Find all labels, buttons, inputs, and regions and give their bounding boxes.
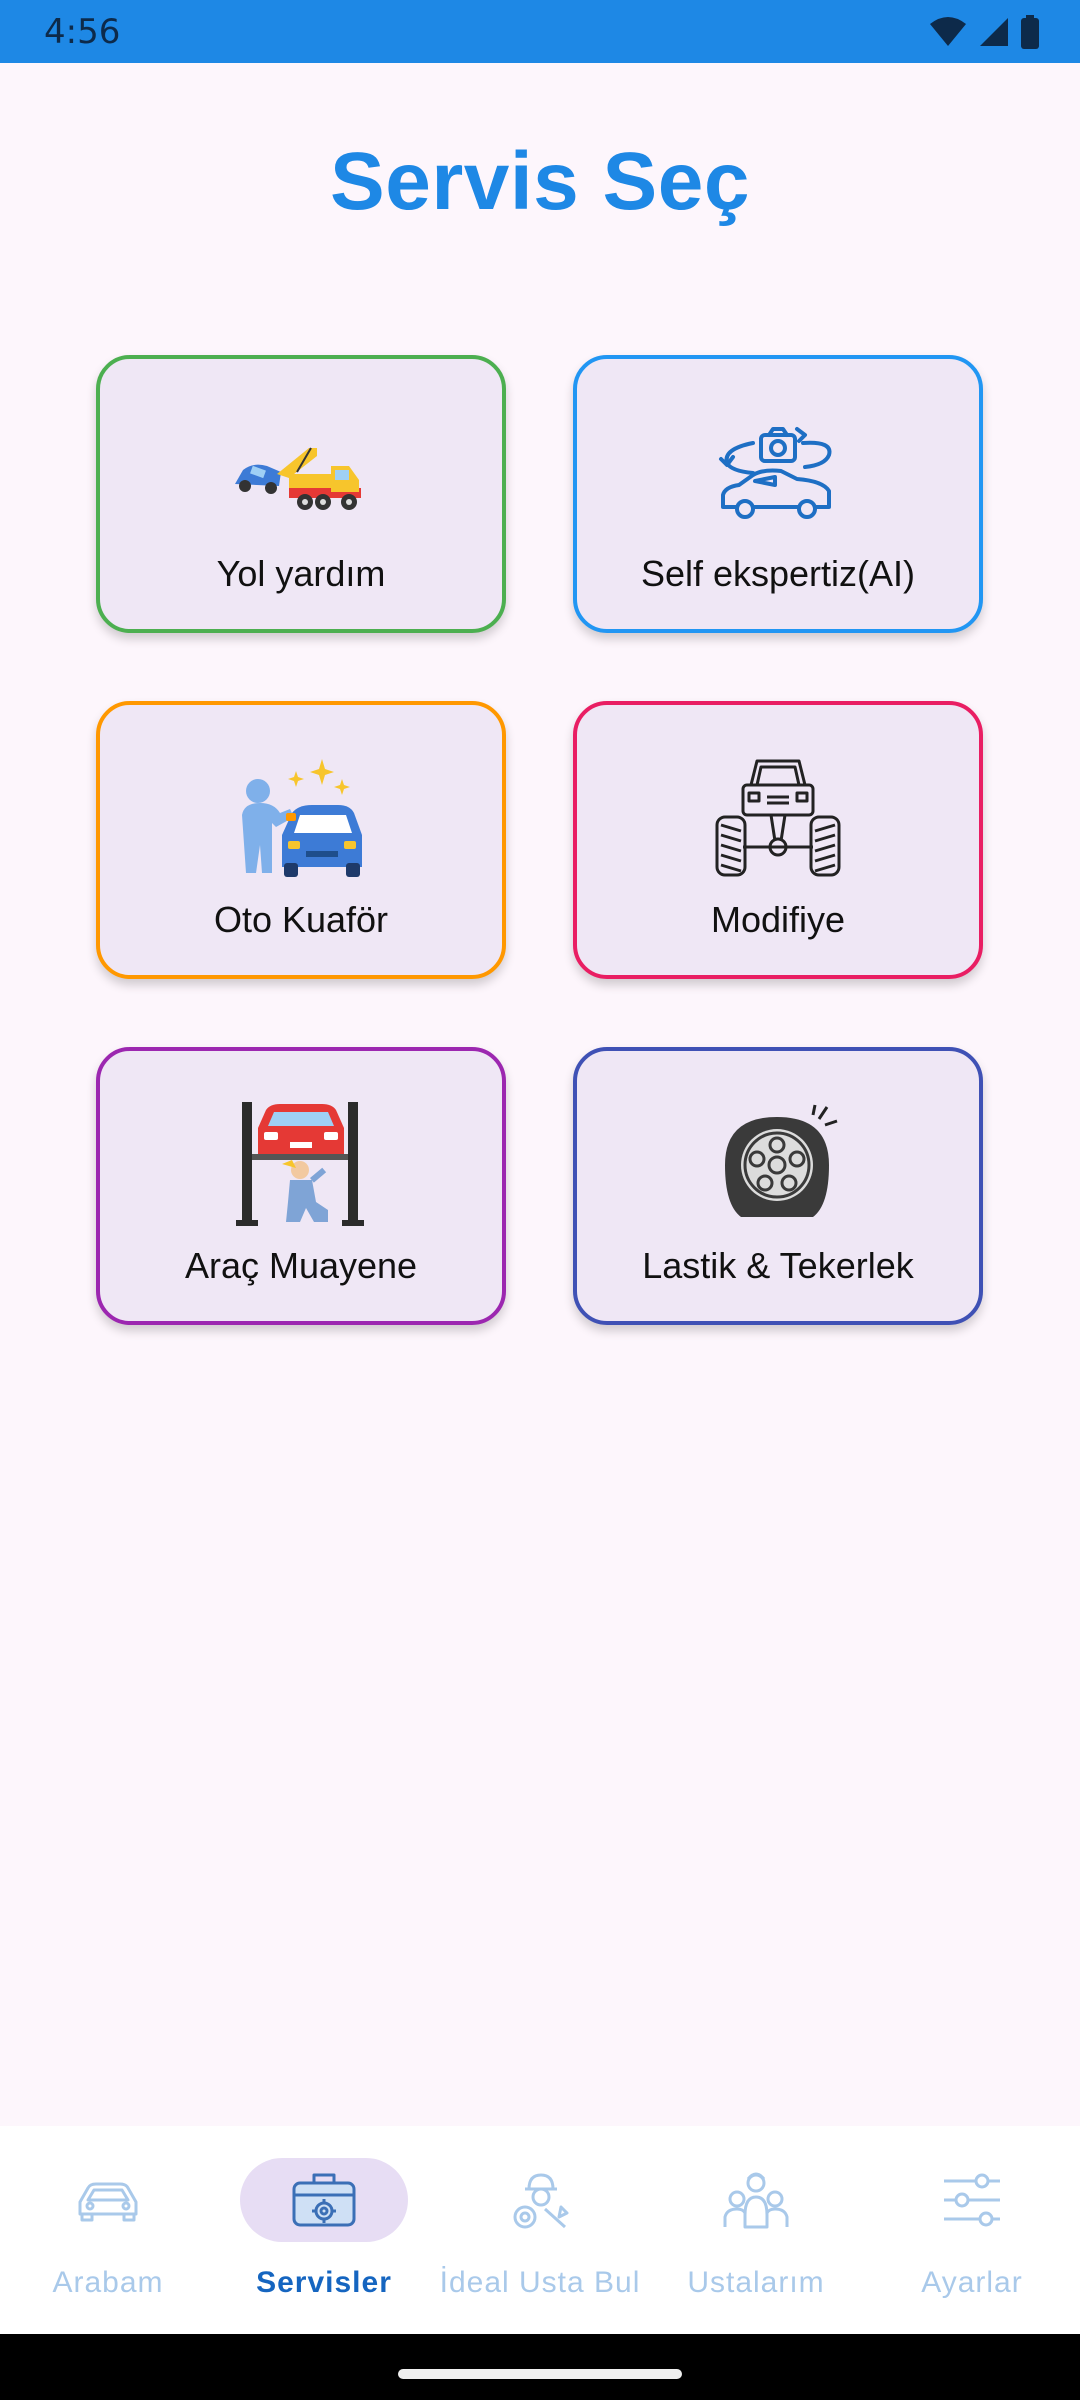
- battery-icon: [1021, 14, 1039, 49]
- tire-icon: [708, 1103, 848, 1223]
- service-card-oto-kuafor[interactable]: Oto Kuaför: [96, 701, 506, 979]
- home-gesture-bar[interactable]: [398, 2369, 682, 2379]
- nav-label: Arabam: [52, 2266, 164, 2299]
- nav-item-arabam[interactable]: Arabam: [0, 2126, 216, 2334]
- nav-item-ideal-usta-bul[interactable]: İdeal Usta Bul: [432, 2126, 648, 2334]
- status-icons: [928, 14, 1040, 49]
- nav-label: Ayarlar: [921, 2266, 1023, 2299]
- car-camera-icon: [708, 411, 848, 531]
- service-label: Araç Muayene: [184, 1245, 418, 1286]
- nav-pill: [24, 2158, 192, 2242]
- nav-item-servisler[interactable]: Servisler: [216, 2126, 432, 2334]
- car-icon: [78, 2182, 138, 2222]
- car-lift-icon: [231, 1102, 371, 1226]
- nav-item-ayarlar[interactable]: Ayarlar: [864, 2126, 1080, 2334]
- service-card-modifiye[interactable]: Modifiye: [573, 701, 983, 979]
- nav-label: İdeal Usta Bul: [439, 2266, 641, 2299]
- nav-pill: [672, 2158, 840, 2242]
- nav-pill: [888, 2158, 1056, 2242]
- nav-pill-active: [240, 2158, 408, 2242]
- monster-truck-icon: [708, 757, 848, 877]
- car-wash-icon: [231, 757, 371, 877]
- mechanic-icon: [513, 2173, 569, 2229]
- status-time: 4:56: [44, 11, 121, 52]
- nav-item-ustalarim[interactable]: Ustalarım: [648, 2126, 864, 2334]
- toolbox-icon: [292, 2173, 356, 2227]
- nav-label: Ustalarım: [687, 2266, 825, 2299]
- service-label: Self ekspertiz(AI): [640, 553, 916, 594]
- bottom-navigation: Arabam Servisler İdeal Usta Bul Ustaları…: [0, 2126, 1080, 2334]
- service-label: Modifiye: [710, 899, 846, 940]
- status-bar: 4:56: [0, 0, 1080, 63]
- tow-truck-icon: [231, 411, 371, 531]
- service-card-lastik-tekerlek[interactable]: Lastik & Tekerlek: [573, 1047, 983, 1325]
- page-title: Servis Seç: [330, 136, 750, 227]
- service-card-self-ekspertiz[interactable]: Self ekspertiz(AI): [573, 355, 983, 633]
- wifi-icon: [930, 16, 966, 46]
- service-card-arac-muayene[interactable]: Araç Muayene: [96, 1047, 506, 1325]
- team-icon: [723, 2172, 789, 2229]
- system-gesture-area: [0, 2334, 1080, 2400]
- service-card-yol-yardim[interactable]: Yol yardım: [96, 355, 506, 633]
- signal-icon: [980, 17, 1008, 46]
- service-label: Yol yardım: [216, 553, 386, 594]
- nav-label: Servisler: [256, 2266, 392, 2299]
- service-label: Oto Kuaför: [213, 899, 389, 940]
- sliders-icon: [944, 2173, 1000, 2227]
- service-label: Lastik & Tekerlek: [642, 1245, 914, 1286]
- nav-pill: [456, 2158, 624, 2242]
